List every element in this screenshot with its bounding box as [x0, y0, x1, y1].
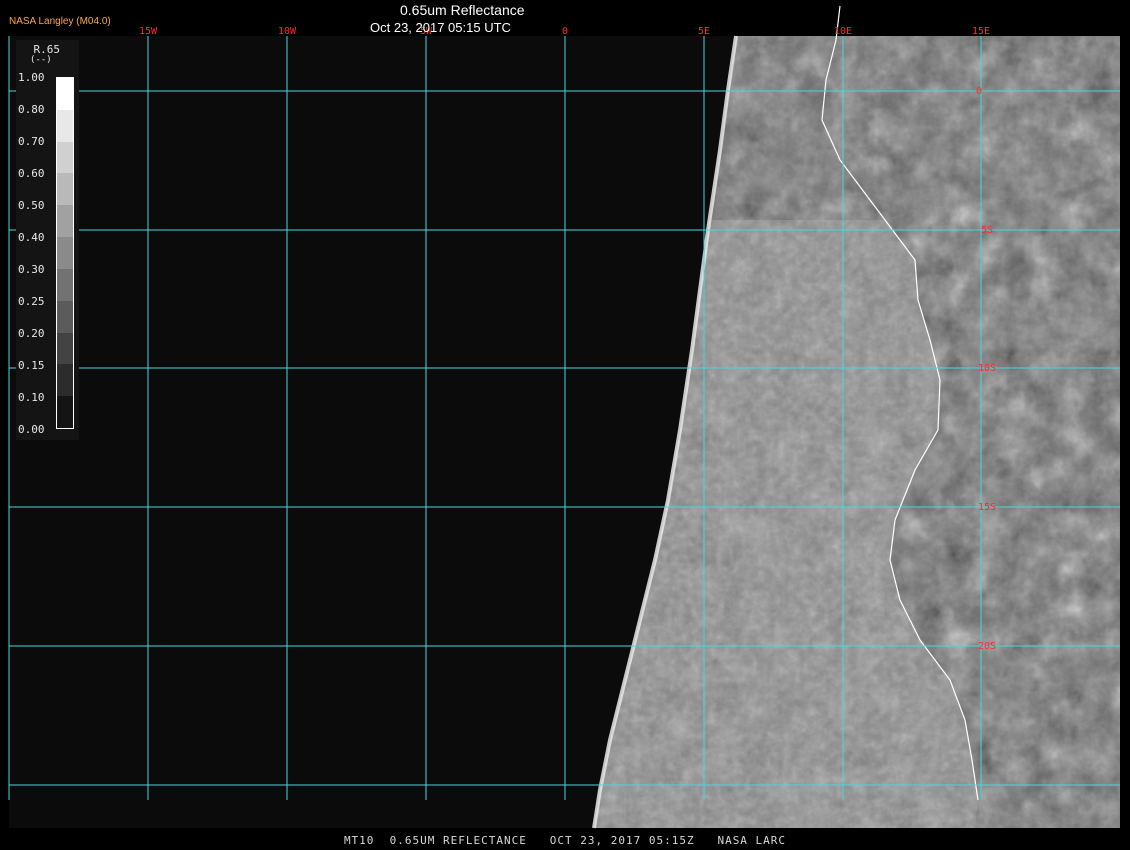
latitude-label: 5S	[981, 225, 993, 236]
legend-tick-label: 1.00	[18, 71, 45, 84]
legend-color-bar	[56, 77, 74, 429]
legend-tick-label: 0.10	[18, 391, 45, 404]
legend-tick-label: 0.00	[18, 423, 45, 436]
color-legend: R.65 (--) 1.00 0.80 0.70 0.60 0.50 0.40 0.30 0.…	[16, 40, 79, 440]
longitude-label: 15W	[139, 26, 158, 37]
legend-color-step	[57, 78, 73, 111]
satellite-image-viewer: 15W 10W 5W 0 5E 10E 15E 0 5S 10S 15S 20S NASA Lang…	[0, 0, 1130, 850]
legend-color-step	[57, 300, 73, 334]
footer-caption: MT10 0.65UM REFLECTANCE OCT 23, 2017 05:…	[343, 834, 787, 847]
legend-color-step	[57, 141, 73, 174]
legend-tick-label: 0.70	[18, 135, 45, 148]
legend-color-step	[57, 109, 73, 143]
legend-tick-label: 0.40	[18, 231, 45, 244]
longitude-label: 0	[562, 26, 568, 37]
legend-color-step	[57, 332, 73, 365]
latitude-label: 10S	[978, 363, 996, 374]
latitude-label: 20S	[978, 641, 996, 652]
latitude-label: 15S	[978, 502, 996, 513]
legend-color-step	[57, 364, 73, 397]
legend-color-step	[57, 173, 73, 206]
legend-color-step	[57, 268, 73, 302]
longitude-label: 10W	[278, 26, 297, 37]
latitude-label: 0	[976, 86, 982, 97]
longitude-label: 5E	[698, 26, 710, 37]
legend-color-step	[57, 396, 73, 429]
legend-tick-label: 0.60	[18, 167, 45, 180]
legend-tick-label: 0.50	[18, 199, 45, 212]
legend-tick-label: 0.80	[18, 103, 45, 116]
reflectance-map[interactable]: 15W 10W 5W 0 5E 10E 15E 05S10S15S20S	[0, 0, 1130, 850]
legend-tick-label: 0.25	[18, 295, 45, 308]
legend-units: (--)	[30, 55, 52, 65]
product-title: 0.65um Reflectance	[400, 2, 525, 18]
longitude-labels: 15W 10W 5W 0 5E 10E 15E	[139, 26, 990, 37]
legend-tick-label: 0.20	[18, 327, 45, 340]
longitude-label: 15E	[972, 26, 990, 37]
legend-color-step	[57, 205, 73, 238]
image-timestamp: Oct 23, 2017 05:15 UTC	[370, 20, 511, 35]
legend-tick-label: 0.15	[18, 359, 45, 372]
longitude-label: 10E	[834, 26, 852, 37]
legend-tick-label: 0.30	[18, 263, 45, 276]
map-panel[interactable]: 15W 10W 5W 0 5E 10E 15E 0 5S 10S 15S 20S NASA Lang…	[0, 0, 1130, 850]
legend-color-step	[57, 237, 73, 270]
app-label: NASA Langley (M04.0)	[9, 16, 111, 27]
